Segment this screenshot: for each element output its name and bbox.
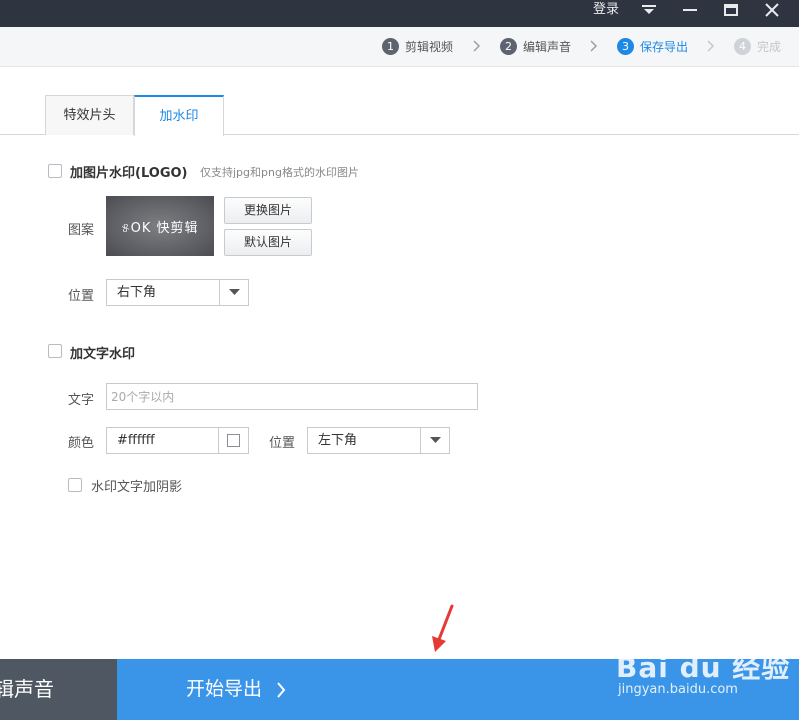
chevron-right-icon <box>277 682 286 698</box>
logo-preview-text: ୫OK 快剪辑 <box>121 220 199 236</box>
text-position-value: 左下角 <box>318 433 358 448</box>
step-label: 保存导出 <box>640 40 689 54</box>
maximize-icon[interactable] <box>716 0 746 20</box>
baidu-watermark: Bai du 经验 jingyan.baidu.com <box>598 632 798 702</box>
text-label: 文字 <box>68 393 95 408</box>
step-bar: 1 剪辑视频 2 编辑声音 3 保存导出 4 完成 <box>0 27 799 67</box>
login-link[interactable]: 登录 <box>593 0 619 27</box>
pattern-label: 图案 <box>68 223 95 238</box>
close-icon[interactable] <box>757 0 787 20</box>
watermark-text-input[interactable] <box>106 383 478 410</box>
tab-bar: 特效片头 加水印 <box>0 95 799 136</box>
step-number: 3 <box>617 38 634 55</box>
chevron-right-icon <box>473 40 481 52</box>
step-number: 2 <box>500 38 517 55</box>
step-number: 1 <box>382 38 399 55</box>
step-edit-audio[interactable]: 2 编辑声音 <box>500 38 571 55</box>
watermark-sub-text: jingyan.baidu.com <box>618 682 738 697</box>
step-label: 剪辑视频 <box>405 40 454 54</box>
chevron-right-icon <box>707 40 715 52</box>
step-done: 4 完成 <box>734 38 781 55</box>
tab-add-watermark[interactable]: 加水印 <box>134 95 224 136</box>
change-image-button[interactable]: 更换图片 <box>224 197 312 224</box>
text-shadow-label: 水印文字加阴影 <box>91 480 183 495</box>
color-label: 颜色 <box>68 436 95 451</box>
default-image-button[interactable]: 默认图片 <box>224 229 312 256</box>
text-watermark-title: 加文字水印 <box>70 347 136 362</box>
back-button-label: 辑声音 <box>0 677 54 701</box>
color-swatch <box>227 434 240 447</box>
title-bar: 登录 <box>0 0 799 27</box>
text-position-label: 位置 <box>269 436 296 451</box>
logo-watermark-title: 加图片水印(LOGO) <box>70 166 188 181</box>
logo-position-label: 位置 <box>68 289 95 304</box>
menu-icon[interactable] <box>634 0 664 20</box>
logo-preview-image: ୫OK 快剪辑 <box>106 196 214 256</box>
watermark-main-text: Bai du 经验 <box>616 651 791 684</box>
color-value: #ffffff <box>117 433 155 448</box>
chevron-right-icon <box>590 40 598 52</box>
text-position-select[interactable]: 左下角 <box>307 427 450 454</box>
back-edit-audio-button[interactable]: 辑声音 <box>0 659 117 720</box>
step-label: 编辑声音 <box>523 40 572 54</box>
color-value-field[interactable]: #ffffff <box>106 427 219 454</box>
color-picker-swatch[interactable] <box>219 427 249 454</box>
step-save-export[interactable]: 3 保存导出 <box>617 38 688 55</box>
minimize-icon[interactable] <box>675 0 705 20</box>
chevron-down-icon[interactable] <box>219 280 248 305</box>
chevron-down-icon[interactable] <box>420 428 449 453</box>
step-number: 4 <box>734 38 751 55</box>
text-watermark-checkbox[interactable] <box>48 344 62 358</box>
step-label: 完成 <box>757 40 782 54</box>
logo-position-select[interactable]: 右下角 <box>106 279 249 306</box>
tab-intro-effects[interactable]: 特效片头 <box>45 95 134 135</box>
start-export-label: 开始导出 <box>186 678 263 700</box>
step-edit-video[interactable]: 1 剪辑视频 <box>382 38 453 55</box>
text-shadow-checkbox[interactable] <box>68 478 82 492</box>
annotation-arrow-icon <box>432 604 454 652</box>
logo-watermark-checkbox[interactable] <box>48 164 62 178</box>
logo-position-value: 右下角 <box>117 285 157 300</box>
logo-format-hint: 仅支持jpg和png格式的水印图片 <box>200 166 359 179</box>
